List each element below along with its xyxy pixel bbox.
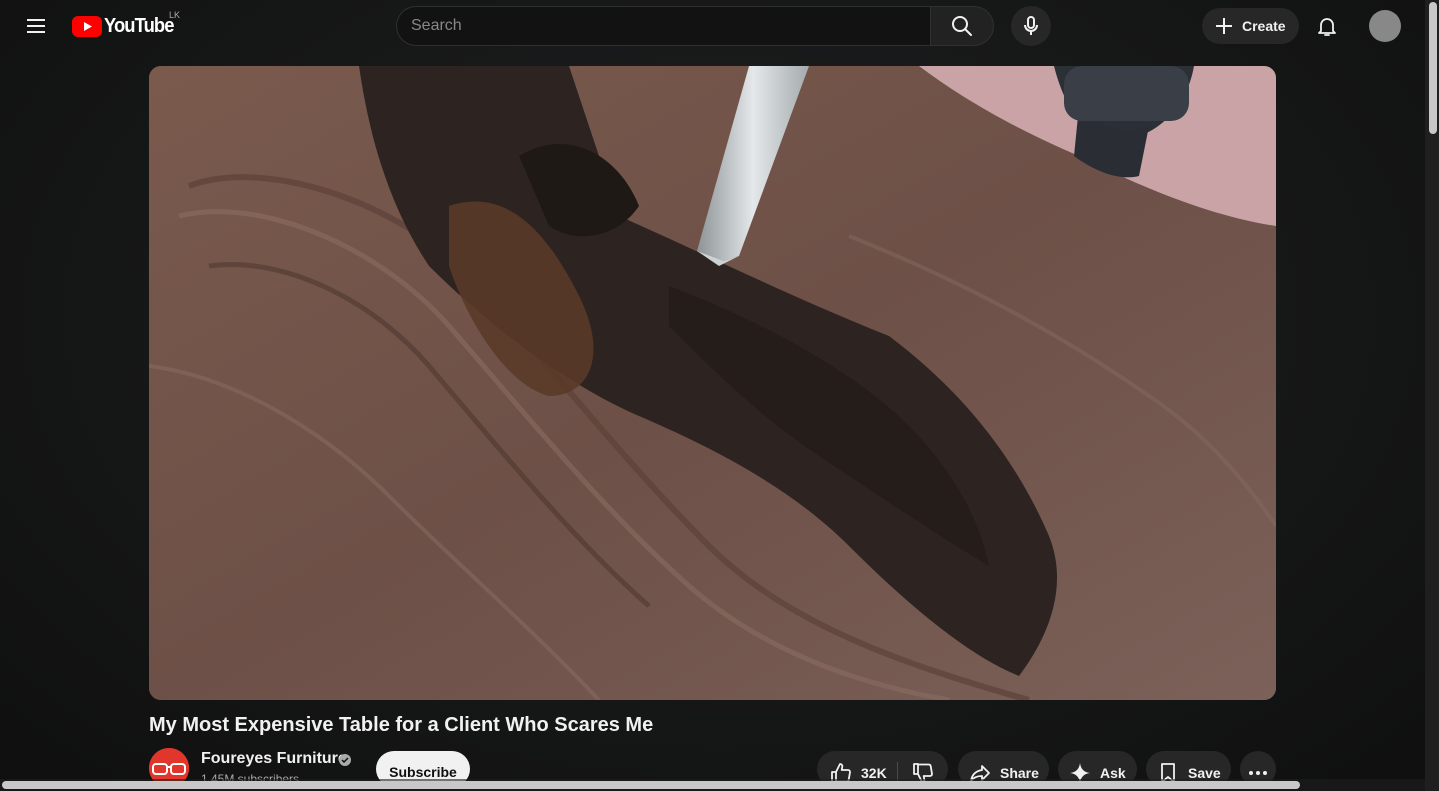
mic-icon (1024, 16, 1038, 35)
video-title: My Most Expensive Table for a Client Who… (149, 714, 654, 736)
youtube-logo[interactable]: YouTube (72, 14, 180, 38)
search-icon (952, 16, 972, 36)
video-frame (149, 66, 1276, 700)
vertical-scrollbar-thumb[interactable] (1429, 2, 1437, 134)
account-avatar[interactable] (1369, 10, 1401, 42)
verified-badge-icon (339, 754, 351, 766)
bell-icon (1318, 18, 1336, 36)
channel-name[interactable]: Foureyes Furniture (201, 750, 347, 768)
video-player[interactable] (149, 66, 1276, 700)
youtube-watch-page: YouTube LK Create (0, 0, 1439, 791)
search-button[interactable] (930, 6, 994, 46)
create-label: Create (1242, 18, 1286, 34)
country-code: LK (169, 10, 181, 20)
plus-icon (1216, 18, 1232, 34)
horizontal-scrollbar-thumb[interactable] (2, 781, 1300, 789)
youtube-logo-icon (72, 15, 102, 37)
masthead: YouTube LK Create (0, 0, 1425, 52)
voice-search-button[interactable] (1011, 6, 1051, 46)
logo-text: YouTube (104, 14, 174, 37)
create-button[interactable]: Create (1202, 8, 1299, 44)
menu-button[interactable] (18, 8, 54, 44)
search-box (396, 6, 994, 46)
menu-icon (27, 19, 45, 33)
search-input[interactable] (396, 6, 930, 46)
notifications-button[interactable] (1309, 8, 1345, 44)
